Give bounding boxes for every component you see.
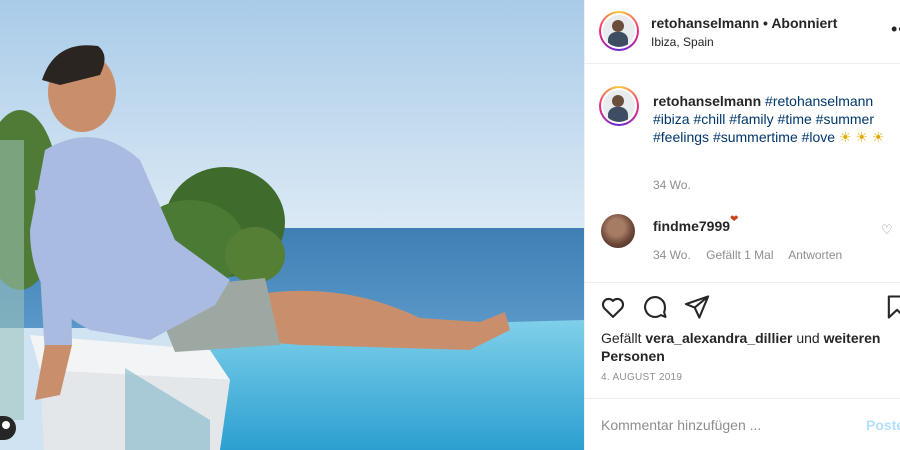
caption-timestamp[interactable]: 34 Wo. — [653, 178, 691, 192]
likes-summary: Gefällt vera_alexandra_dillier und weite… — [601, 329, 891, 365]
comment-input[interactable] — [601, 414, 841, 436]
heart-icon[interactable] — [599, 293, 627, 321]
hashtag[interactable]: #family — [729, 111, 773, 127]
hashtag[interactable]: #retohanselmann — [765, 93, 873, 109]
follow-status[interactable]: Abonniert — [771, 15, 837, 31]
hashtag[interactable]: #ibiza — [653, 111, 690, 127]
likes-middle: und — [796, 330, 820, 346]
post-comment-button[interactable]: Posten — [866, 417, 900, 433]
post-header: retohanselmann • Abonniert Ibiza, Spain … — [585, 0, 900, 64]
comment-bubble-icon[interactable] — [641, 293, 669, 321]
author-avatar[interactable] — [599, 11, 639, 51]
hashtag[interactable]: #summertime — [713, 129, 798, 145]
comment-likes[interactable]: Gefällt 1 Mal — [706, 248, 773, 262]
sun-emoji-icon: ☀ ☀ ☀ — [838, 129, 885, 145]
reply-button[interactable]: Antworten — [788, 248, 842, 262]
comment-username[interactable]: findme7999 — [653, 218, 730, 234]
liker-username[interactable]: vera_alexandra_dillier — [645, 330, 792, 346]
hashtag[interactable]: #feelings — [653, 129, 709, 145]
commenter-avatar[interactable] — [601, 214, 635, 248]
action-bar — [585, 282, 900, 332]
post-photo[interactable] — [0, 0, 584, 450]
hashtag[interactable]: #summer — [816, 111, 874, 127]
comment-heart-icon[interactable]: ♡ — [881, 222, 893, 238]
separator-dot: • — [763, 15, 768, 31]
author-username[interactable]: retohanselmann — [651, 15, 759, 31]
comment-timestamp[interactable]: 34 Wo. — [653, 248, 691, 262]
bookmark-icon[interactable] — [883, 293, 900, 321]
add-comment-bar: Posten — [585, 398, 900, 450]
hashtag[interactable]: #time — [778, 111, 812, 127]
post-side-panel: retohanselmann • Abonniert Ibiza, Spain … — [584, 0, 900, 450]
more-options-icon[interactable]: ••• — [891, 20, 900, 38]
likes-prefix: Gefällt — [601, 330, 642, 346]
author-line: retohanselmann • Abonniert — [651, 15, 837, 31]
caption-avatar[interactable] — [599, 86, 639, 126]
hashtag[interactable]: #chill — [693, 111, 725, 127]
photo-scene — [0, 0, 584, 450]
heart-emoji-icon: ❤ — [730, 214, 739, 225]
post-date[interactable]: 4. AUGUST 2019 — [601, 372, 682, 383]
paper-plane-icon[interactable] — [683, 293, 711, 321]
post-location[interactable]: Ibiza, Spain — [651, 35, 714, 49]
post-caption: retohanselmann #retohanselmann #ibiza #c… — [653, 92, 889, 146]
comment-meta: 34 Wo. Gefällt 1 Mal Antworten — [653, 248, 854, 262]
hashtag[interactable]: #love — [802, 129, 835, 145]
caption-username[interactable]: retohanselmann — [653, 93, 761, 109]
